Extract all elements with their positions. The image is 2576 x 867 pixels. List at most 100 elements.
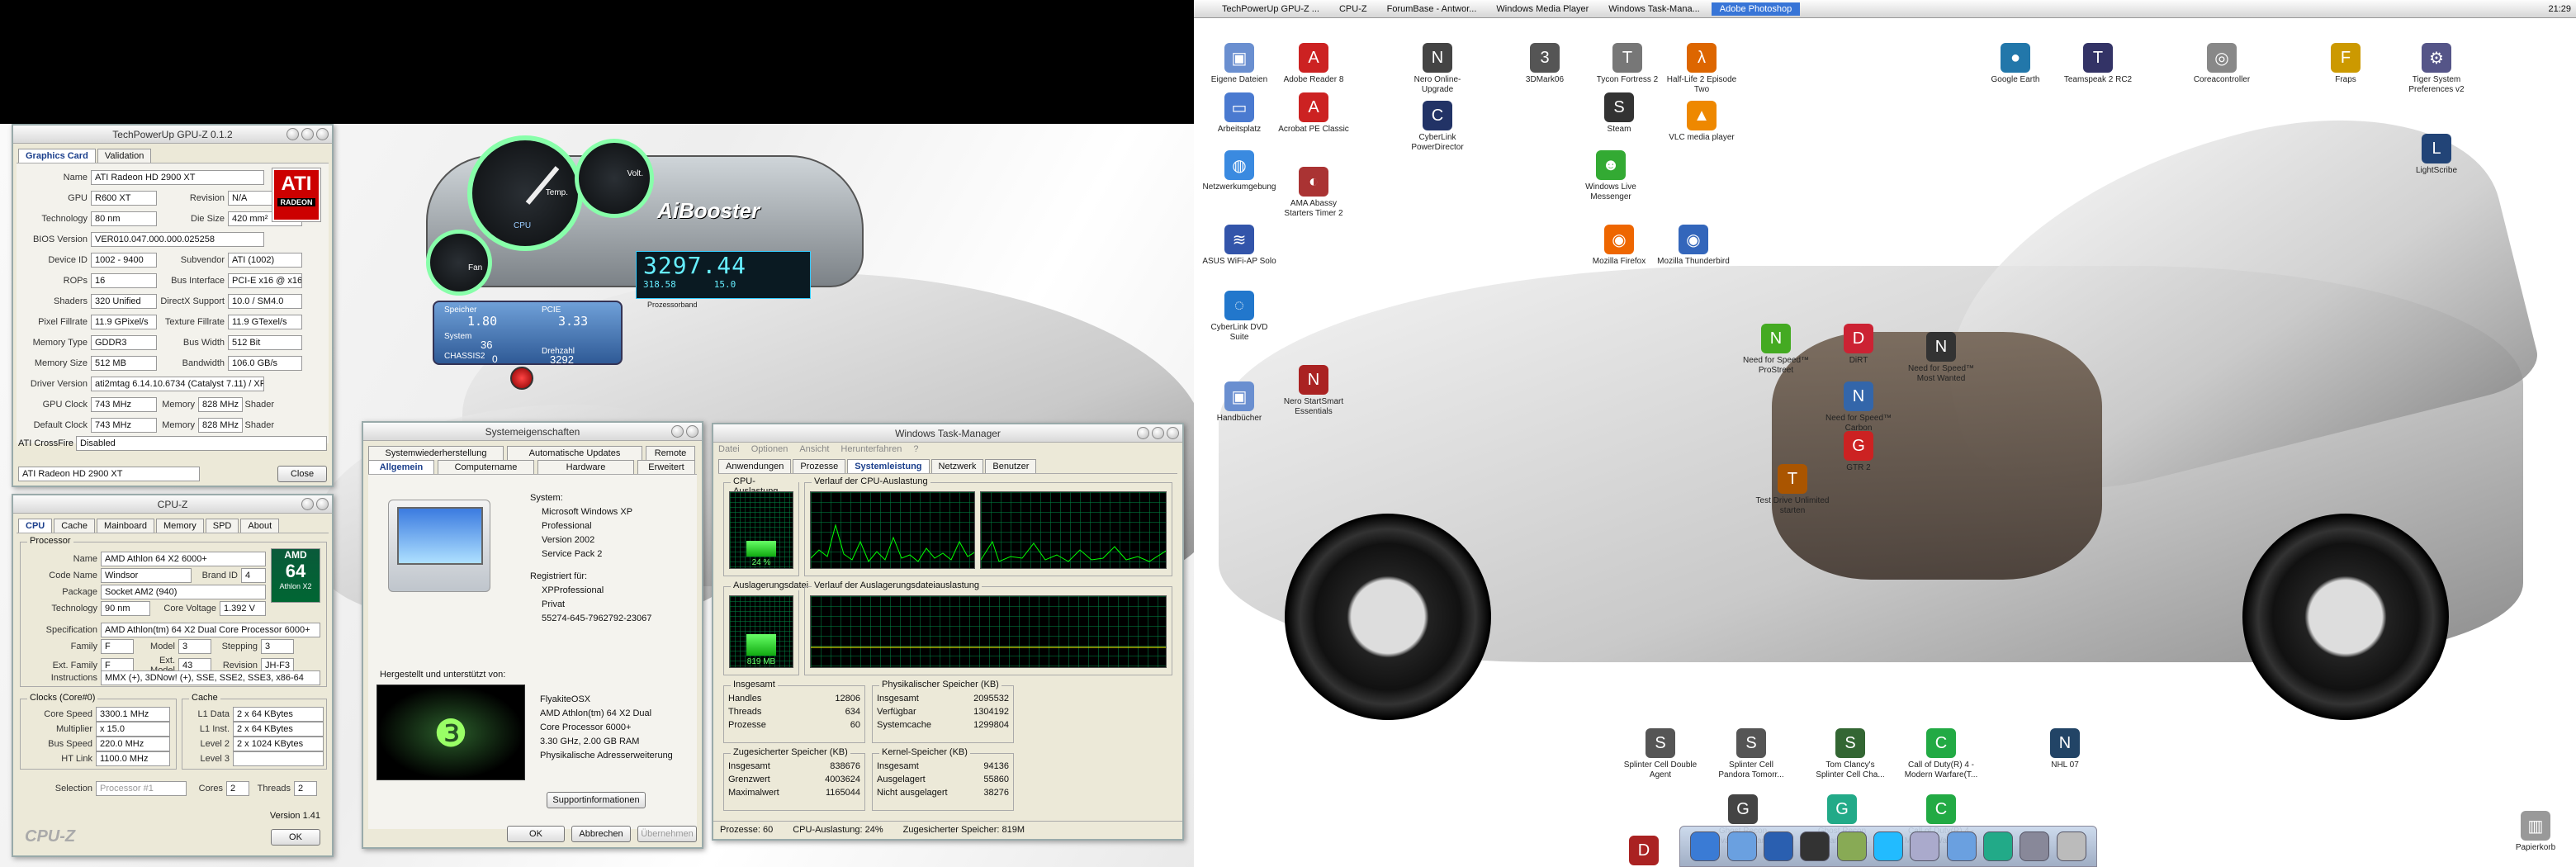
desktop-icon[interactable]: ◍ Netzwerkumgebung	[1202, 150, 1276, 192]
desktop-icon[interactable]: N Need for Speed™ Most Wanted	[1904, 332, 1978, 384]
desktop-icon[interactable]: λ Half-Life 2 Episode Two	[1664, 43, 1739, 95]
desktop-icon[interactable]: S Splinter Cell Pandora Tomorr...	[1714, 728, 1788, 780]
dock-item[interactable]	[1763, 831, 1793, 861]
tab-benutzer[interactable]: Benutzer	[985, 459, 1037, 473]
dock-item[interactable]	[1873, 831, 1903, 861]
desktop-icon[interactable]: S Steam	[1582, 92, 1656, 135]
gpuz-titlebar[interactable]: TechPowerUp GPU-Z 0.1.2	[13, 126, 332, 144]
dock-item[interactable]	[1946, 831, 1977, 861]
dock-item[interactable]	[2020, 831, 2050, 861]
dock-item[interactable]	[1910, 831, 1940, 861]
menu-help[interactable]: ?	[913, 444, 918, 454]
desktop-icon[interactable]: T Tycon Fortress 2	[1590, 43, 1664, 85]
tab-about[interactable]: About	[240, 519, 280, 533]
desktop-icon[interactable]: 3 3DMark06	[1508, 43, 1582, 85]
ok-button[interactable]: OK	[271, 829, 320, 846]
desktop-icon[interactable]: C CyberLink PowerDirector	[1400, 101, 1475, 153]
tab-systemleistung[interactable]: Systemleistung	[847, 459, 930, 473]
menu-herunterfahren[interactable]: Herunterfahren	[841, 444, 902, 454]
desktop-icon[interactable]: A Acrobat PE Classic	[1276, 92, 1351, 135]
desktop-icon[interactable]: C Call of Duty(R) 4 - Modern Warfare(T...	[1904, 728, 1978, 780]
menubar-item[interactable]: ForumBase - Antwor...	[1379, 2, 1485, 16]
menubar-item[interactable]: Windows Task-Mana...	[1600, 2, 1707, 16]
menubar-item[interactable]: TechPowerUp GPU-Z ...	[1214, 2, 1328, 16]
zoom-button[interactable]	[301, 128, 314, 140]
desktop-icon[interactable]: S Splinter Cell Double Agent	[1623, 728, 1698, 780]
desktop-icon[interactable]: D DiRT	[1821, 324, 1896, 366]
menu-optionen[interactable]: Optionen	[751, 444, 788, 454]
dock-item[interactable]	[1726, 831, 1757, 861]
dock-item[interactable]	[1690, 831, 1721, 861]
close-button[interactable]	[686, 425, 698, 438]
desktop-icon[interactable]: ◌ CyberLink DVD Suite	[1202, 291, 1276, 343]
desktop-icon[interactable]: ▣ Eigene Dateien	[1202, 43, 1276, 85]
close-button[interactable]	[1167, 427, 1179, 439]
desktop-icon[interactable]: ▥ Papierkorb	[2498, 811, 2573, 853]
menubar-item[interactable]: Adobe Photoshop	[1711, 2, 1801, 16]
desktop-icon[interactable]: T Teamspeak 2 RC2	[2061, 43, 2135, 85]
desktop-icon[interactable]: A Adobe Reader 8	[1276, 43, 1351, 85]
minimize-button[interactable]	[301, 498, 314, 510]
close-button[interactable]	[316, 498, 329, 510]
menubar-item[interactable]: CPU-Z	[1331, 2, 1376, 16]
tab-automatische-updates[interactable]: Automatische Updates	[507, 446, 642, 460]
tab-prozesse[interactable]: Prozesse	[793, 459, 846, 473]
desktop-icon[interactable]: ◉ Mozilla Thunderbird	[1656, 225, 1731, 267]
desktop-icon[interactable]: N Nero StartSmart Essentials	[1276, 365, 1351, 417]
desktop-icon[interactable]: ☻ Windows Live Messenger	[1574, 150, 1648, 202]
tab-netzwerk[interactable]: Netzwerk	[930, 459, 984, 473]
ok-button[interactable]: OK	[507, 826, 565, 842]
cpuz-titlebar[interactable]: CPU-Z	[13, 495, 332, 514]
gpu-select-dropdown[interactable]: ATI Radeon HD 2900 XT	[18, 467, 200, 481]
help-button[interactable]	[671, 425, 684, 438]
dock-item[interactable]	[1983, 831, 2014, 861]
tab-systemwiederherstellung[interactable]: Systemwiederherstellung	[368, 446, 504, 460]
desktop-icon[interactable]: ▣ Handbücher	[1202, 381, 1276, 424]
desktop-icon[interactable]: L LightScribe	[2399, 134, 2474, 176]
tab-graphics-card[interactable]: Graphics Card	[18, 149, 96, 163]
zoom-button[interactable]	[1152, 427, 1164, 439]
tab-allgemein[interactable]: Allgemein	[368, 460, 434, 474]
dock-item[interactable]	[2056, 831, 2086, 861]
desktop-icon[interactable]: S Tom Clancy's Splinter Cell Cha...	[1813, 728, 1887, 780]
desktop-icon[interactable]: DDay of Defeat Source	[1607, 836, 1681, 867]
desktop-icon[interactable]: ▭ Arbeitsplatz	[1202, 92, 1276, 135]
support-info-button[interactable]: Supportinformationen	[547, 792, 646, 808]
tab-cpu[interactable]: CPU	[18, 519, 53, 533]
menu-ansicht[interactable]: Ansicht	[799, 444, 829, 454]
desktop-icon[interactable]: G GTR 2	[1821, 431, 1896, 473]
tab-anwendungen[interactable]: Anwendungen	[718, 459, 792, 473]
tab-cache[interactable]: Cache	[54, 519, 96, 533]
close-button[interactable]	[316, 128, 329, 140]
tab-erweitert[interactable]: Erweitert	[637, 460, 695, 474]
sysprops-titlebar[interactable]: Systemeigenschaften	[363, 423, 702, 441]
tab-validation[interactable]: Validation	[97, 149, 152, 163]
tab-computername[interactable]: Computername	[438, 460, 534, 474]
cancel-button[interactable]: Abbrechen	[571, 826, 631, 842]
tab-remote[interactable]: Remote	[646, 446, 695, 460]
desktop-icon[interactable]: N Need for Speed™ ProStreet	[1739, 324, 1813, 376]
desktop-icon[interactable]: T Test Drive Unlimited starten	[1755, 464, 1830, 516]
desktop-icon[interactable]: ◐ AMA Abassy Starters Timer 2	[1276, 167, 1351, 219]
processor-select[interactable]: Processor #1	[96, 781, 187, 796]
desktop-icon[interactable]: N NHL 07	[2028, 728, 2102, 770]
desktop-icon[interactable]: N Nero Online-Upgrade	[1400, 43, 1475, 95]
tab-spd[interactable]: SPD	[205, 519, 239, 533]
crossfire-dropdown[interactable]: Disabled	[76, 436, 327, 451]
apply-button[interactable]: Übernehmen	[637, 826, 697, 842]
dock-item[interactable]	[1836, 831, 1867, 861]
desktop-icon[interactable]: ≋ ASUS WiFi-AP Solo	[1202, 225, 1276, 267]
minimize-button[interactable]	[1137, 427, 1149, 439]
desktop-icon[interactable]: ▲ VLC media player	[1664, 101, 1739, 143]
minimize-button[interactable]	[286, 128, 299, 140]
power-button[interactable]	[510, 367, 533, 390]
desktop-icon[interactable]: ◉ Mozilla Firefox	[1582, 225, 1656, 267]
tab-mainboard[interactable]: Mainboard	[97, 519, 155, 533]
tab-memory[interactable]: Memory	[156, 519, 204, 533]
taskman-titlebar[interactable]: Windows Task-Manager	[713, 424, 1182, 443]
menubar-item[interactable]: Windows Media Player	[1488, 2, 1597, 16]
close-button[interactable]: Close	[277, 466, 327, 482]
desktop-icon[interactable]: F Fraps	[2308, 43, 2383, 85]
desktop-icon[interactable]: ◎ Coreacontroller	[2185, 43, 2259, 85]
desktop-icon[interactable]: ● Google Earth	[1978, 43, 2053, 85]
